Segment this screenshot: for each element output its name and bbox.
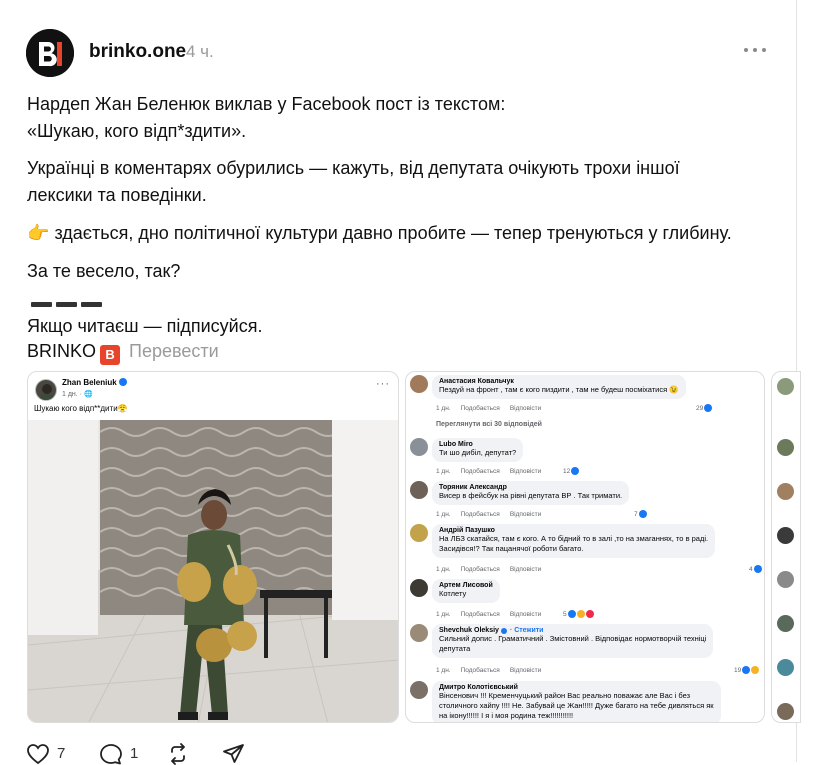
comment-actions: 1 дн. Подобається Відповісти (436, 611, 542, 618)
comment-actions: 1 дн. Подобається Відповісти (436, 667, 542, 674)
avatar (777, 571, 794, 588)
fb-avatar (35, 379, 57, 401)
reaction-count: 12 (563, 467, 580, 475)
commenter-avatar (410, 524, 428, 542)
fb-more-icon: ··· (376, 378, 390, 390)
commenter-avatar (410, 438, 428, 456)
comment-text: Котлету (439, 589, 467, 598)
reaction-count: 7 (634, 510, 647, 518)
post-text-line-1: Нардеп Жан Беленюк виклав у Facebook пос… (27, 94, 506, 114)
comment-bubble: Анастасия Ковальчук Пездуй на фронт , та… (432, 375, 686, 399)
comment-text: на ікону!!!!!! І я і моя родина теж!!!!!… (439, 711, 574, 720)
avatar (777, 615, 794, 632)
fb-author-name: Zhan Beleniuk (62, 378, 127, 387)
like-count: 7 (57, 745, 66, 762)
avatar (777, 439, 794, 456)
post-text-line-2: «Шукаю, кого відп*здити». (27, 121, 247, 141)
comment-bubble: Lubo Miro Ти шо дибіл, депутат? (432, 438, 524, 462)
commenter-name: Lubo Miro (439, 441, 473, 448)
brinko-logo-icon (26, 29, 74, 77)
comment-text: депутата (439, 644, 471, 653)
avatar (777, 527, 794, 544)
commenter-avatar (410, 579, 428, 597)
commenter-name: Андрій Пазушко (439, 527, 495, 534)
comment-actions: 1 дн. Подобається Відповісти (436, 566, 542, 573)
commenter-name: Артем Лисовой (439, 582, 493, 589)
brand-badge-icon: B (100, 345, 121, 365)
verified-icon (118, 378, 127, 386)
comment-actions: 1 дн. Подобається Відповісти (436, 511, 542, 518)
pointing-hand-icon: 👉 (27, 223, 50, 243)
boxer-photo (28, 420, 398, 722)
media-image-fb-post[interactable]: Zhan Beleniuk 1 дн. · 🌐 ··· Шукаю кого в… (27, 371, 399, 723)
post-text-line-6: За те весело, так? (27, 261, 181, 281)
fb-post-date: 1 дн. · 🌐 (62, 391, 93, 398)
comment-text: Ти шо дибіл, депутат? (439, 448, 517, 457)
comment-bubble: Андрій Пазушко На ЛБЗ скатайся, там є ко… (432, 524, 716, 558)
comment-text: столичного хайпу !!!! Не. Забувай це Жан… (439, 701, 714, 710)
reply-button[interactable]: 1 (99, 741, 149, 765)
post-text-line-5: 👉 здається, дно політичної культури давн… (27, 219, 732, 247)
post-time[interactable]: 4 ч. (186, 42, 214, 62)
commenter-avatar (410, 681, 428, 699)
commenter-name: Анастасия Ковальчук (439, 378, 514, 385)
post-text-line-4: лексики та поведінки. (27, 185, 207, 205)
brand-line: BRINKO B Перевести (27, 337, 219, 365)
avatar (777, 483, 794, 500)
reaction-count: 29 (696, 404, 713, 412)
commenter-avatar (410, 375, 428, 393)
comment-actions: 1 дн. Подобається Відповісти (436, 405, 542, 412)
divider-dashes (31, 294, 106, 307)
media-image-avatars[interactable] (771, 371, 801, 723)
comment-bubble: Shevchuk Oleksiy · Стежити Сильний допис … (432, 624, 714, 658)
fb-post-header: Zhan Beleniuk 1 дн. · 🌐 ··· Шукаю кого в… (28, 372, 398, 422)
author-avatar[interactable] (26, 29, 74, 77)
share-button[interactable] (222, 741, 248, 765)
comment-actions: 1 дн. Подобається Відповісти (436, 468, 542, 475)
comment-bubble: Артем Лисовой Котлету (432, 579, 500, 603)
reaction-count: 5 (563, 610, 594, 618)
post-text-line-3: Українці в коментарях обурились — кажуть… (27, 158, 680, 178)
post-text-line-5-text: здається, дно політичної культури давно … (54, 223, 732, 243)
repost-button[interactable] (166, 741, 192, 765)
comment-text: На ЛБЗ скатайся, там є кого. А то бідний… (439, 534, 709, 543)
comment-text: Пездуй на фронт , там є кого пиздити , т… (439, 385, 679, 394)
comment-bubble: Дмитро Колотієвський Вінсенович !!! Крем… (432, 681, 721, 722)
commenter-name: Дмитро Колотієвський (439, 684, 518, 691)
commenter-avatar (410, 624, 428, 642)
author-username[interactable]: brinko.one (89, 41, 186, 63)
like-button[interactable]: 7 (26, 741, 76, 765)
comment-text: Сильний допис . Граматичний . Змістовний… (439, 634, 707, 643)
view-all-replies: Переглянути всі 30 відповідей (436, 421, 542, 428)
commenter-avatar (410, 481, 428, 499)
brand-name: BRINKO (27, 341, 97, 361)
comment-text: Вінсенович !!! Кременчуцький район Вас р… (439, 691, 691, 700)
commenter-name: Shevchuk Oleksiy · Стежити (439, 627, 544, 634)
avatar (777, 659, 794, 676)
commenter-name: Торяник Александр (439, 484, 507, 491)
comment-bubble: Торяник Александр Висер в фейсбук на рів… (432, 481, 630, 505)
comment-text: Висер в фейсбук на рівні депутата ВР . Т… (439, 491, 623, 500)
follow-link: · Стежити (509, 627, 544, 634)
reaction-count: 19 (734, 666, 760, 674)
reply-count: 1 (130, 745, 139, 762)
post-card: brinko.one 4 ч. Нардеп Жан Беленюк викла… (0, 0, 801, 765)
avatar (777, 378, 794, 395)
fb-post-text: Шукаю кого відп**дити😤 (34, 404, 128, 413)
post-text-line-7: Якщо читаєш — підписуйся. (27, 316, 263, 336)
reaction-count: 4 (749, 565, 762, 573)
more-options-icon[interactable] (744, 44, 768, 56)
translate-link[interactable]: Перевести (129, 341, 219, 361)
media-image-comments[interactable]: Анастасия Ковальчук Пездуй на фронт , та… (405, 371, 765, 723)
avatar (777, 703, 794, 720)
comment-text: Засидівся!? Так пацанячої роботи багато. (439, 544, 584, 553)
